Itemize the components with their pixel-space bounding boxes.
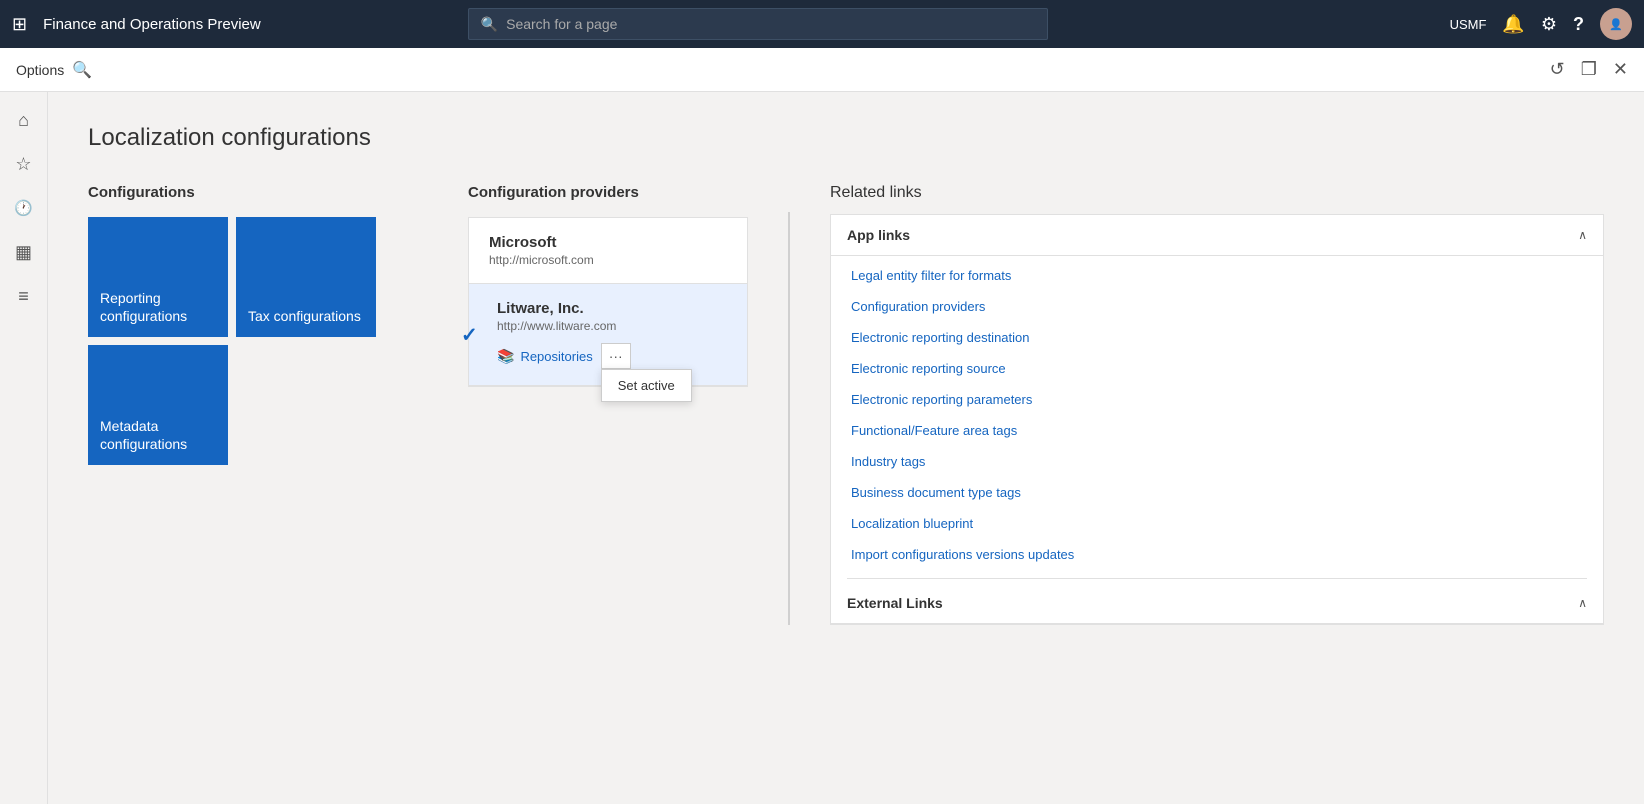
repositories-label: Repositories [520, 349, 592, 364]
ellipsis-button[interactable]: ··· [601, 343, 631, 369]
provider-url-microsoft: http://microsoft.com [489, 253, 727, 267]
link-er-source[interactable]: Electronic reporting source [831, 353, 1603, 384]
provider-list: Microsoft http://microsoft.com ✓ Litware… [468, 217, 748, 387]
top-navigation: ⊞ Finance and Operations Preview 🔍 USMF … [0, 0, 1644, 48]
link-localization-blueprint[interactable]: Localization blueprint [831, 508, 1603, 539]
related-links-section: Related links App links ∧ Legal entity f… [830, 184, 1604, 625]
link-config-providers[interactable]: Configuration providers [831, 291, 1603, 322]
company-code: USMF [1450, 17, 1487, 32]
app-title: Finance and Operations Preview [43, 16, 261, 33]
refresh-icon[interactable]: ↺ [1550, 59, 1565, 80]
providers-section-header: Configuration providers [468, 184, 748, 201]
ellipsis-label: ··· [609, 348, 623, 364]
app-links-chevron-icon: ∧ [1578, 228, 1587, 242]
app-links-list: Legal entity filter for formats Configur… [831, 256, 1603, 574]
scroll-divider [788, 212, 790, 625]
search-bar[interactable]: 🔍 [468, 8, 1048, 40]
app-links-label: App links [847, 227, 910, 243]
link-legal-entity[interactable]: Legal entity filter for formats [831, 260, 1603, 291]
tile-reporting[interactable]: Reporting configurations [88, 217, 228, 337]
nav-home-icon[interactable]: ⌂ [4, 100, 44, 140]
avatar[interactable]: 👤 [1600, 8, 1632, 40]
provider-card-litware: ✓ Litware, Inc. http://www.litware.com 📚… [469, 284, 747, 386]
nav-workspaces-icon[interactable]: ▦ [4, 232, 44, 272]
provider-name-litware: Litware, Inc. [497, 300, 727, 317]
link-er-parameters[interactable]: Electronic reporting parameters [831, 384, 1603, 415]
link-functional-tags[interactable]: Functional/Feature area tags [831, 415, 1603, 446]
nav-recent-icon[interactable]: 🕐 [4, 188, 44, 228]
external-links-label: External Links [847, 595, 943, 611]
options-label: Options [16, 62, 64, 78]
content-area: Configurations Reporting configurations … [88, 184, 1604, 625]
links-divider [847, 578, 1587, 579]
secondary-search-icon[interactable]: 🔍 [72, 60, 92, 80]
restore-icon[interactable]: ❐ [1581, 59, 1597, 80]
left-sidebar: ⌂ ☆ 🕐 ▦ ≡ [0, 92, 48, 804]
settings-icon[interactable]: ⚙ [1541, 14, 1557, 35]
secondary-bar-right: ↺ ❐ ✕ [1550, 59, 1628, 80]
configurations-section-header: Configurations [88, 184, 428, 201]
page-title: Localization configurations [88, 124, 1604, 152]
provider-card-microsoft: Microsoft http://microsoft.com [469, 218, 747, 284]
external-links-section-header[interactable]: External Links ∧ [831, 583, 1603, 624]
repositories-icon: 📚 [497, 348, 514, 365]
search-input[interactable] [506, 16, 1035, 32]
tile-metadata[interactable]: Metadata configurations [88, 345, 228, 465]
external-links-chevron-icon: ∧ [1578, 596, 1587, 610]
ellipsis-dropdown: Set active [601, 369, 692, 402]
related-links-panel: App links ∧ Legal entity filter for form… [830, 214, 1604, 625]
link-er-destination[interactable]: Electronic reporting destination [831, 322, 1603, 353]
search-icon: 🔍 [481, 16, 498, 33]
active-checkmark: ✓ [461, 322, 478, 347]
nav-modules-icon[interactable]: ≡ [4, 276, 44, 316]
main-content: Localization configurations Configuratio… [48, 92, 1644, 804]
close-icon[interactable]: ✕ [1613, 59, 1628, 80]
grid-icon[interactable]: ⊞ [12, 14, 27, 35]
help-icon[interactable]: ? [1573, 14, 1584, 35]
ellipsis-container: ··· Set active [601, 343, 631, 369]
top-nav-right: USMF 🔔 ⚙ ? 👤 [1450, 8, 1632, 40]
link-industry-tags[interactable]: Industry tags [831, 446, 1603, 477]
configurations-section: Configurations Reporting configurations … [88, 184, 428, 465]
link-business-document-tags[interactable]: Business document type tags [831, 477, 1603, 508]
provider-actions: 📚 Repositories ··· Set active [497, 343, 727, 369]
provider-name-microsoft: Microsoft [489, 234, 727, 251]
notification-icon[interactable]: 🔔 [1502, 14, 1524, 35]
app-links-section-header[interactable]: App links ∧ [831, 215, 1603, 256]
tile-tax[interactable]: Tax configurations [236, 217, 376, 337]
related-links-title: Related links [830, 184, 1604, 202]
providers-section: Configuration providers Microsoft http:/… [468, 184, 748, 387]
secondary-bar: Options 🔍 ↺ ❐ ✕ [0, 48, 1644, 92]
set-active-menu-item[interactable]: Set active [602, 370, 691, 401]
nav-favorites-icon[interactable]: ☆ [4, 144, 44, 184]
provider-url-litware: http://www.litware.com [497, 319, 727, 333]
config-tiles: Reporting configurations Tax configurati… [88, 217, 428, 465]
repositories-button[interactable]: 📚 Repositories [497, 348, 593, 365]
link-import-config-versions[interactable]: Import configurations versions updates [831, 539, 1603, 570]
